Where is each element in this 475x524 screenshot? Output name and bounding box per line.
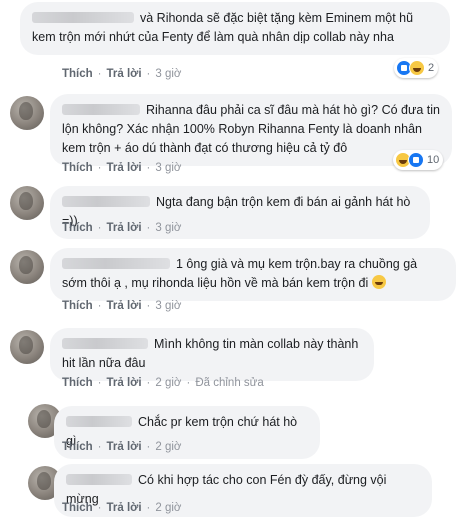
separator: · bbox=[97, 377, 102, 389]
reaction-badge[interactable]: 2 bbox=[394, 58, 439, 78]
like-button[interactable]: Thích bbox=[62, 441, 93, 453]
comment-bubble: 1 ông già và mụ kem trộn.bay ra chuồng g… bbox=[50, 248, 456, 301]
separator: · bbox=[146, 162, 151, 174]
timestamp[interactable]: 2 giờ bbox=[155, 441, 181, 453]
like-button[interactable]: Thích bbox=[62, 68, 93, 80]
author-name-redacted[interactable] bbox=[32, 12, 134, 23]
separator: · bbox=[146, 441, 151, 453]
separator: · bbox=[97, 222, 102, 234]
separator: · bbox=[97, 441, 102, 453]
timestamp[interactable]: 2 giờ bbox=[155, 502, 181, 514]
comment-bubble: Mình không tin màn collab này thành hit … bbox=[50, 328, 374, 381]
avatar[interactable] bbox=[10, 330, 44, 364]
reaction-badge[interactable]: 10 bbox=[393, 150, 444, 170]
comment-actions: Thích · Trả lời · 3 giờ bbox=[62, 300, 181, 312]
author-name-redacted[interactable] bbox=[66, 416, 132, 427]
comment-actions: Thích · Trả lời · 3 giờ bbox=[62, 162, 181, 174]
reply-button[interactable]: Trả lời bbox=[107, 162, 142, 174]
author-name-redacted[interactable] bbox=[66, 474, 132, 485]
separator: · bbox=[97, 162, 102, 174]
author-name-redacted[interactable] bbox=[62, 196, 150, 207]
separator: · bbox=[97, 502, 102, 514]
reply-button[interactable]: Trả lời bbox=[107, 68, 142, 80]
like-button[interactable]: Thích bbox=[62, 222, 93, 234]
separator: · bbox=[97, 68, 102, 80]
reply-button[interactable]: Trả lời bbox=[107, 502, 142, 514]
avatar[interactable] bbox=[10, 186, 44, 220]
reaction-count: 10 bbox=[427, 154, 440, 166]
separator: · bbox=[146, 502, 151, 514]
separator: · bbox=[146, 68, 151, 80]
comment-actions: Thích · Trả lời · 2 giờ · Đã chỉnh sửa bbox=[62, 377, 264, 389]
separator: · bbox=[146, 300, 151, 312]
haha-icon bbox=[409, 60, 425, 76]
avatar[interactable] bbox=[10, 250, 44, 284]
author-name-redacted[interactable] bbox=[62, 258, 170, 269]
timestamp[interactable]: 3 giờ bbox=[155, 300, 181, 312]
comment-bubble: Rihanna đâu phải ca sĩ đâu mà hát hò gì?… bbox=[50, 94, 452, 166]
separator: · bbox=[186, 377, 191, 389]
like-button[interactable]: Thích bbox=[62, 377, 93, 389]
comment-actions: Thích · Trả lời · 2 giờ bbox=[62, 502, 181, 514]
author-name-redacted[interactable] bbox=[62, 338, 148, 349]
like-icon bbox=[408, 152, 424, 168]
comment-actions: Thích · Trả lời · 3 giờ bbox=[62, 222, 181, 234]
author-name-redacted[interactable] bbox=[62, 104, 140, 115]
reply-button[interactable]: Trả lời bbox=[107, 377, 142, 389]
separator: · bbox=[146, 222, 151, 234]
comment-actions: Thích · Trả lời · 3 giờ bbox=[62, 68, 181, 80]
timestamp[interactable]: 2 giờ bbox=[155, 377, 181, 389]
timestamp[interactable]: 3 giờ bbox=[155, 222, 181, 234]
comment-actions: Thích · Trả lời · 2 giờ bbox=[62, 441, 181, 453]
like-button[interactable]: Thích bbox=[62, 162, 93, 174]
like-button[interactable]: Thích bbox=[62, 502, 93, 514]
reply-button[interactable]: Trả lời bbox=[107, 441, 142, 453]
edited-label[interactable]: Đã chỉnh sửa bbox=[195, 377, 263, 389]
separator: · bbox=[97, 300, 102, 312]
like-button[interactable]: Thích bbox=[62, 300, 93, 312]
reaction-count: 2 bbox=[428, 62, 435, 74]
timestamp[interactable]: 3 giờ bbox=[155, 162, 181, 174]
reply-button[interactable]: Trả lời bbox=[107, 300, 142, 312]
avatar[interactable] bbox=[10, 96, 44, 130]
timestamp[interactable]: 3 giờ bbox=[155, 68, 181, 80]
reply-button[interactable]: Trả lời bbox=[107, 222, 142, 234]
separator: · bbox=[146, 377, 151, 389]
grin-face-icon bbox=[371, 275, 386, 289]
comment-bubble: và Rihonda sẽ đặc biệt tặng kèm Eminem m… bbox=[20, 2, 450, 55]
